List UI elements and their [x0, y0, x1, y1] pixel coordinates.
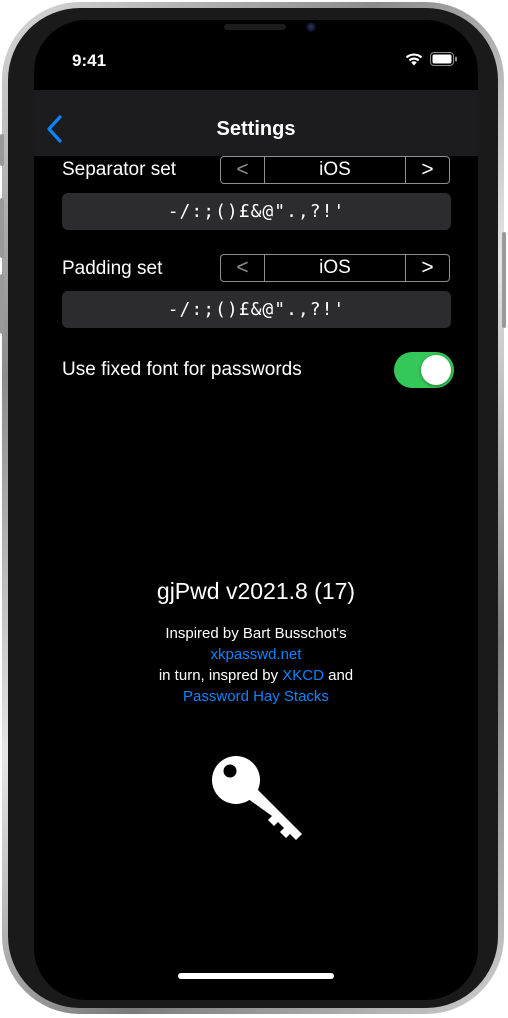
power-button	[502, 232, 506, 328]
wifi-icon	[405, 53, 423, 66]
mute-switch	[0, 134, 4, 166]
navigation-bar: Settings	[34, 90, 478, 156]
credits-line-1: Inspired by Bart Busschot's	[165, 625, 347, 642]
padding-characters[interactable]: -/:;()£&@".,?!'	[62, 291, 451, 328]
page-title: Settings	[216, 118, 296, 140]
app-version: gjPwd v2021.8 (17)	[156, 578, 356, 604]
credits-line-4: Password Hay Stacks	[34, 688, 478, 705]
fixed-font-label: Use fixed font for passwords	[62, 359, 302, 380]
fixed-font-toggle[interactable]	[394, 352, 454, 388]
separator-set-label: Separator set	[62, 159, 177, 180]
padding-next-button[interactable]: >	[405, 255, 449, 281]
password-haystacks-link[interactable]: Password Hay Stacks	[183, 688, 329, 705]
credits-line-2: xkpasswd.net	[34, 646, 478, 663]
screen: 9:41 Settings Separator set < iOS > -/:;…	[34, 20, 478, 1000]
notch	[136, 20, 376, 52]
volume-up-button	[0, 198, 4, 258]
device-frame: 9:41 Settings Separator set < iOS > -/:;…	[0, 2, 506, 1014]
separator-characters[interactable]: -/:;()£&@".,?!'	[62, 193, 451, 230]
toggle-knob	[421, 355, 451, 385]
separator-next-button[interactable]: >	[405, 157, 449, 183]
xkpasswd-link[interactable]: xkpasswd.net	[211, 646, 302, 663]
credits-line-3: in turn, inspred by XKCD and	[34, 667, 478, 684]
status-time: 9:41	[72, 51, 107, 70]
xkcd-link[interactable]: XKCD	[282, 667, 324, 684]
padding-prev-button[interactable]: <	[221, 255, 265, 281]
home-indicator	[178, 973, 334, 979]
status-icons	[404, 52, 458, 66]
separator-set-value: iOS	[319, 159, 351, 180]
padding-set-label: Padding set	[62, 258, 163, 279]
front-camera	[306, 22, 316, 32]
volume-down-button	[0, 274, 4, 334]
key-icon	[212, 756, 302, 840]
separator-set-selector: < iOS >	[220, 156, 450, 184]
padding-set-value: iOS	[319, 257, 351, 278]
credits-and-text: and	[323, 667, 354, 684]
battery-icon	[430, 52, 457, 66]
credits-in-turn-text: in turn, inspred by	[158, 667, 283, 684]
padding-set-selector: < iOS >	[220, 254, 450, 282]
speaker-grille	[224, 24, 286, 30]
separator-prev-button[interactable]: <	[221, 157, 265, 183]
